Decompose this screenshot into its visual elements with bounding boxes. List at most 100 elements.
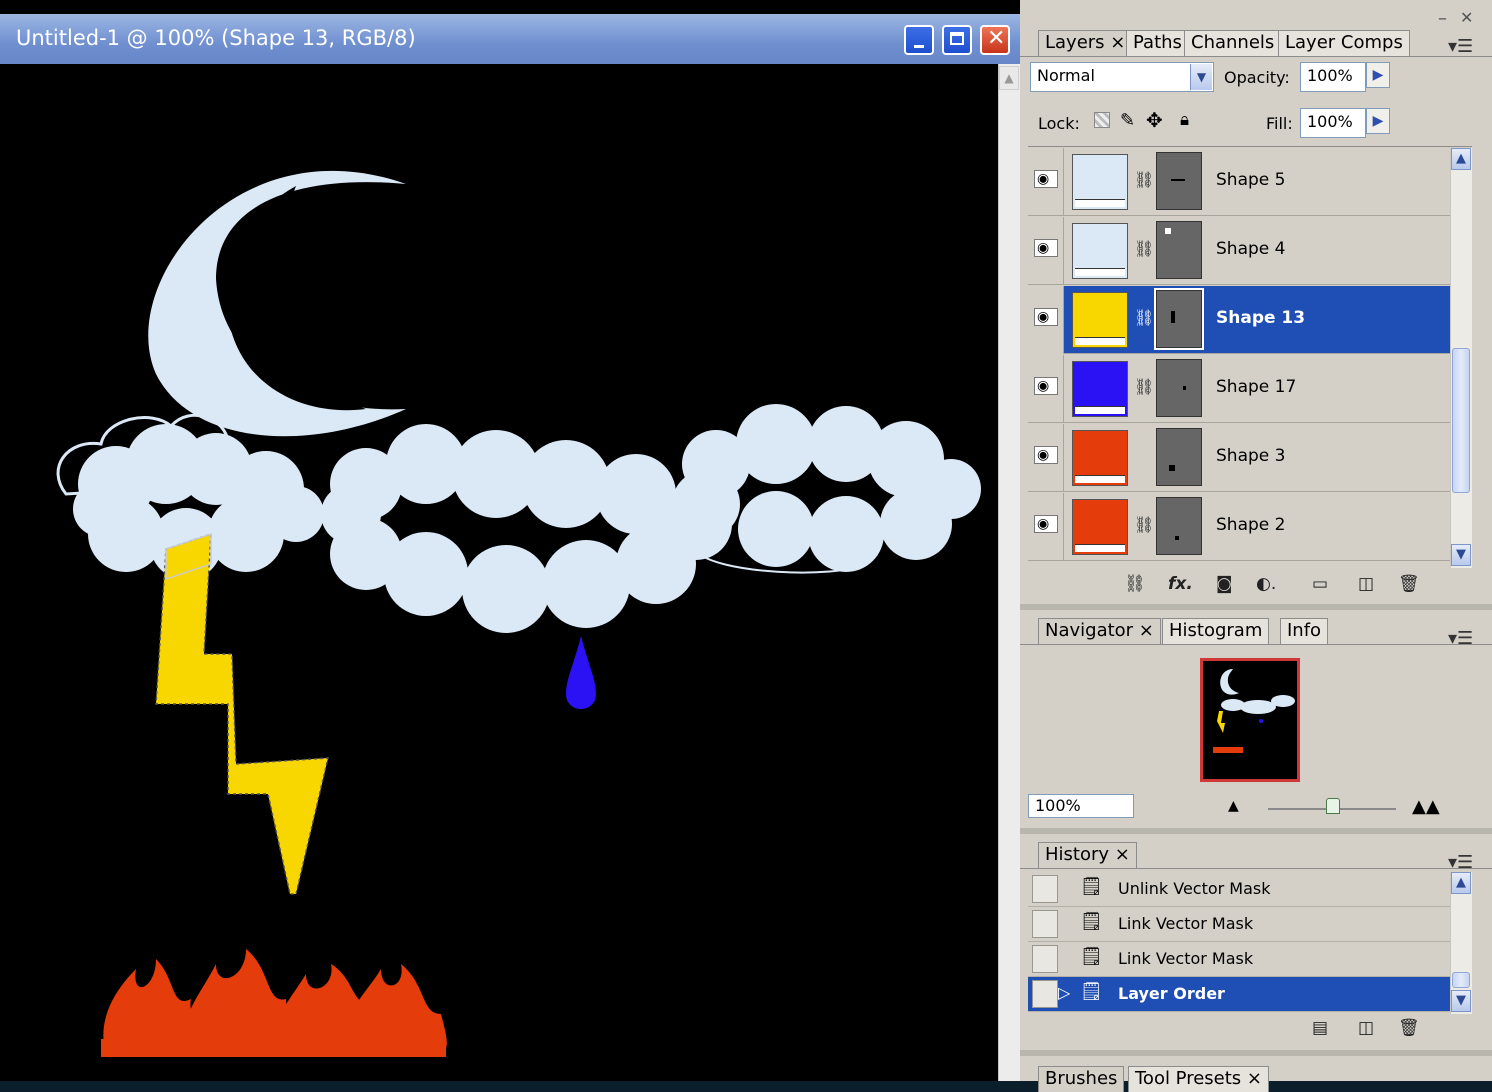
lightning-bolt-shape: [155, 532, 329, 895]
eye-icon[interactable]: ◉: [1034, 170, 1058, 188]
history-item[interactable]: 🗒︎ Link Vector Mask: [1028, 907, 1450, 942]
panel-separator: [1020, 604, 1492, 610]
zoom-slider-thumb[interactable]: [1326, 798, 1340, 814]
layer-thumbnail[interactable]: [1072, 430, 1128, 486]
fill-input[interactable]: 100%: [1300, 108, 1366, 138]
layer-name: Shape 4: [1216, 239, 1286, 259]
scroll-down-icon[interactable]: ▼: [1451, 990, 1471, 1012]
history-item-selected[interactable]: ▷ 🗒︎ Layer Order: [1028, 977, 1450, 1012]
link-icon[interactable]: ⛓: [1134, 239, 1154, 258]
history-menu-icon[interactable]: ▾☰: [1448, 852, 1473, 873]
vector-mask-thumbnail[interactable]: [1156, 428, 1202, 486]
eye-icon[interactable]: ◉: [1034, 515, 1058, 533]
new-document-from-state-icon[interactable]: ▤: [1312, 1018, 1328, 1038]
chevron-down-icon[interactable]: ▼: [1190, 64, 1212, 90]
trash-icon[interactable]: 🗑︎: [1398, 574, 1420, 594]
link-icon[interactable]: ⛓: [1134, 170, 1154, 189]
scroll-thumb[interactable]: [1452, 972, 1470, 988]
vector-mask-thumbnail[interactable]: [1156, 152, 1202, 210]
minimize-button[interactable]: [904, 25, 934, 55]
tab-layer-comps[interactable]: Layer Comps: [1278, 30, 1410, 56]
layer-row[interactable]: ◉ ⛓ Shape 17: [1028, 355, 1450, 423]
lock-position-icon[interactable]: ✥: [1146, 108, 1163, 132]
close-button[interactable]: ✕: [980, 25, 1010, 55]
minimize-icon: [914, 45, 924, 48]
new-snapshot-icon[interactable]: ◫: [1358, 1018, 1374, 1038]
vector-mask-thumbnail[interactable]: [1156, 497, 1202, 555]
scroll-thumb[interactable]: [1452, 348, 1470, 493]
layers-scrollbar[interactable]: ▲ ▼: [1450, 148, 1472, 568]
lock-transparency-icon[interactable]: [1094, 112, 1110, 128]
link-icon[interactable]: ⛓: [1134, 515, 1154, 534]
scroll-up-icon[interactable]: ▲: [1451, 148, 1471, 170]
eye-icon[interactable]: ◉: [1034, 446, 1058, 464]
document-title-bar[interactable]: Untitled-1 @ 100% (Shape 13, RGB/8) ✕: [0, 14, 1020, 64]
vector-mask-thumbnail[interactable]: [1156, 221, 1202, 279]
scroll-down-icon[interactable]: ▼: [1451, 544, 1471, 566]
eye-icon[interactable]: ◉: [1034, 377, 1058, 395]
delete-state-icon[interactable]: 🗑︎: [1398, 1018, 1420, 1038]
history-scrollbar[interactable]: ▲ ▼: [1450, 872, 1472, 1014]
new-group-icon[interactable]: ▭: [1312, 574, 1328, 594]
opacity-arrow-icon[interactable]: ▶: [1366, 62, 1390, 88]
tab-histogram[interactable]: Histogram: [1162, 618, 1270, 644]
layer-name: Shape 2: [1216, 515, 1286, 535]
tab-tool-presets[interactable]: Tool Presets ×: [1128, 1066, 1269, 1092]
navigator-menu-icon[interactable]: ▾☰: [1448, 628, 1473, 649]
maximize-button[interactable]: [942, 25, 972, 55]
scroll-up-arrow-icon[interactable]: ▲: [999, 66, 1019, 90]
add-mask-icon[interactable]: ◙: [1216, 574, 1233, 594]
tab-navigator[interactable]: Navigator ×: [1038, 618, 1161, 644]
opacity-input[interactable]: 100%: [1300, 62, 1366, 92]
lock-all-icon[interactable]: 🔒︎: [1180, 110, 1189, 130]
eye-icon[interactable]: ◉: [1034, 239, 1058, 257]
zoom-in-icon[interactable]: ▲▲: [1412, 796, 1440, 817]
link-icon[interactable]: ⛓: [1134, 377, 1154, 396]
layer-thumbnail[interactable]: [1072, 361, 1128, 417]
fx-icon[interactable]: fx.: [1168, 574, 1193, 594]
layer-thumbnail[interactable]: [1072, 499, 1128, 555]
layer-row-selected[interactable]: ◉ ⛓ Shape 13: [1028, 286, 1450, 354]
adjustment-layer-icon[interactable]: ◐.: [1256, 574, 1276, 594]
tab-info[interactable]: Info: [1280, 618, 1329, 644]
document-scrollbar[interactable]: ▲: [998, 64, 1020, 1081]
tab-history[interactable]: History ×: [1038, 842, 1137, 868]
history-brush-source-box[interactable]: [1032, 945, 1058, 973]
link-layers-icon[interactable]: ⛓: [1124, 574, 1146, 594]
link-icon[interactable]: ⛓: [1134, 308, 1154, 327]
tab-channels[interactable]: Channels: [1184, 30, 1282, 56]
mask-shape-mark: [1183, 386, 1186, 390]
lock-pixels-icon[interactable]: ✎: [1120, 110, 1135, 131]
history-brush-source-box[interactable]: [1032, 980, 1058, 1008]
fill-label: Fill:: [1266, 114, 1293, 133]
layer-row[interactable]: ◉ ⛓ Shape 2: [1028, 493, 1450, 561]
new-layer-icon[interactable]: ◫: [1358, 574, 1374, 594]
panel-menu-icon[interactable]: ▾☰: [1448, 36, 1473, 57]
history-item-label: Link Vector Mask: [1118, 914, 1254, 933]
zoom-out-icon[interactable]: ▲: [1228, 798, 1239, 814]
history-item-label: Unlink Vector Mask: [1118, 879, 1271, 898]
history-brush-source-box[interactable]: [1032, 910, 1058, 938]
tab-paths[interactable]: Paths: [1126, 30, 1189, 56]
history-brush-source-box[interactable]: [1032, 875, 1058, 903]
navigator-zoom-input[interactable]: 100%: [1028, 794, 1134, 818]
layers-tab-row: Layers × Paths Channels Layer Comps ▾☰: [1020, 22, 1492, 57]
layer-thumbnail[interactable]: [1072, 223, 1128, 279]
layer-row[interactable]: ◉ ⛓ Shape 5: [1028, 148, 1450, 216]
blend-mode-select[interactable]: Normal ▼: [1030, 62, 1214, 92]
scroll-up-icon[interactable]: ▲: [1451, 872, 1471, 894]
vector-mask-thumbnail[interactable]: [1156, 359, 1202, 417]
navigator-preview[interactable]: [1200, 658, 1300, 782]
tab-brushes[interactable]: Brushes: [1038, 1066, 1125, 1092]
tab-layers[interactable]: Layers ×: [1038, 30, 1133, 56]
vector-mask-thumbnail[interactable]: [1154, 288, 1204, 350]
layer-row[interactable]: ◉ ⛓ Shape 4: [1028, 217, 1450, 285]
document-canvas[interactable]: [6, 64, 998, 1081]
layer-thumbnail[interactable]: [1072, 154, 1128, 210]
fill-arrow-icon[interactable]: ▶: [1366, 108, 1390, 134]
eye-icon[interactable]: ◉: [1034, 308, 1058, 326]
layer-thumbnail[interactable]: [1072, 292, 1128, 348]
layer-row[interactable]: ◉ Shape 3: [1028, 424, 1450, 492]
history-item[interactable]: 🗒︎ Unlink Vector Mask: [1028, 872, 1450, 907]
history-item[interactable]: 🗒︎ Link Vector Mask: [1028, 942, 1450, 977]
